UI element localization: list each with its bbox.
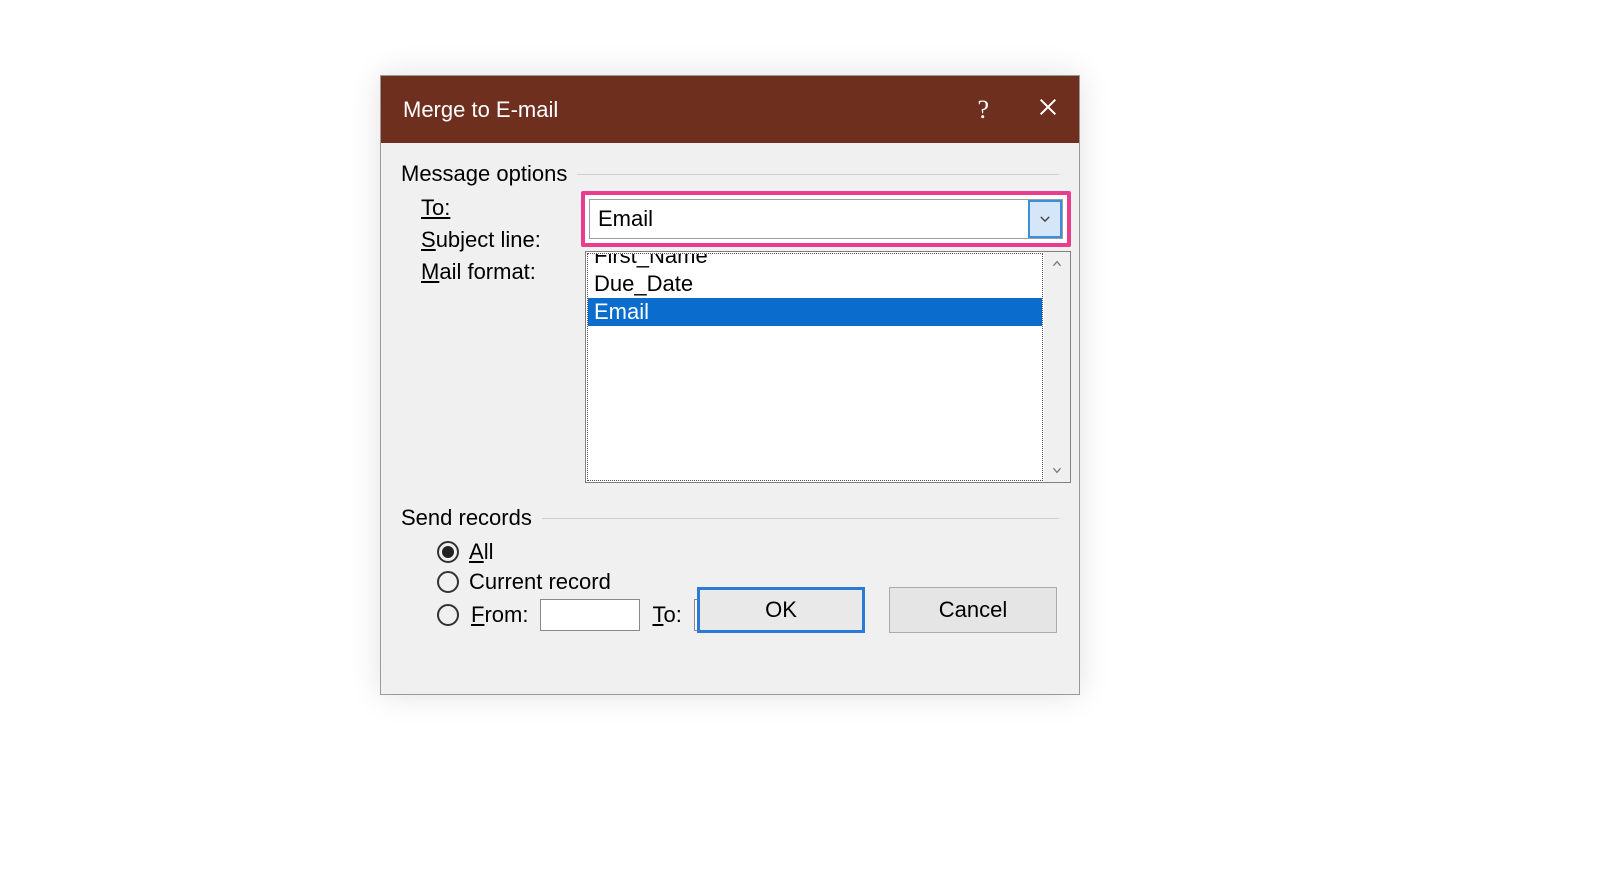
dropdown-option-email[interactable]: Email xyxy=(588,298,1042,326)
dropdown-option-due-date[interactable]: Due_Date xyxy=(588,270,1042,298)
to-field-combo[interactable]: Email xyxy=(581,191,1071,247)
to-field-dropdown-list[interactable]: First_Name Due_Date Email xyxy=(585,251,1071,483)
dialog-buttons: OK Cancel xyxy=(697,587,1057,633)
radio-current-record[interactable] xyxy=(437,571,459,593)
group-label-text: Send records xyxy=(401,505,532,531)
label-from: From: xyxy=(471,602,528,628)
group-separator xyxy=(542,518,1059,519)
help-icon[interactable]: ? xyxy=(977,95,989,125)
to-field-value: Email xyxy=(590,200,1028,238)
dropdown-option-first-name[interactable]: First_Name xyxy=(588,253,1042,270)
scroll-down-icon[interactable] xyxy=(1044,458,1070,482)
radio-all[interactable] xyxy=(437,541,459,563)
label-current-record: Current record xyxy=(469,569,611,595)
radio-row-all[interactable]: All xyxy=(437,539,1059,565)
group-label-text: Message options xyxy=(401,161,567,187)
scroll-track[interactable] xyxy=(1044,276,1070,458)
dropdown-scrollbar[interactable] xyxy=(1044,252,1070,482)
radio-from[interactable] xyxy=(437,604,459,626)
group-message-options: Message options xyxy=(401,161,1059,187)
label-to: To: xyxy=(421,195,586,221)
dropdown-button[interactable] xyxy=(1028,200,1062,238)
group-send-records: Send records xyxy=(401,505,1059,531)
merge-to-email-dialog: Merge to E-mail ? Message options To: Su… xyxy=(380,75,1080,695)
close-icon[interactable] xyxy=(1037,94,1059,125)
label-to-range: To: xyxy=(652,602,681,628)
titlebar-controls: ? xyxy=(977,94,1059,125)
label-mail-format: Mail format: xyxy=(421,259,586,285)
scroll-up-icon[interactable] xyxy=(1044,252,1070,276)
to-field-combo-inner: Email xyxy=(589,199,1063,239)
group-separator xyxy=(577,174,1059,175)
cancel-button[interactable]: Cancel xyxy=(889,587,1057,633)
label-all: All xyxy=(469,539,493,565)
from-input[interactable] xyxy=(540,599,640,631)
label-subject-line: Subject line: xyxy=(421,227,586,253)
dialog-titlebar[interactable]: Merge to E-mail ? xyxy=(381,76,1079,143)
dropdown-options: First_Name Due_Date Email xyxy=(587,253,1043,481)
ok-button[interactable]: OK xyxy=(697,587,865,633)
dialog-body: Message options To: Subject line: Mail f… xyxy=(381,143,1079,649)
chevron-down-icon xyxy=(1038,212,1052,226)
dialog-title: Merge to E-mail xyxy=(403,97,977,123)
